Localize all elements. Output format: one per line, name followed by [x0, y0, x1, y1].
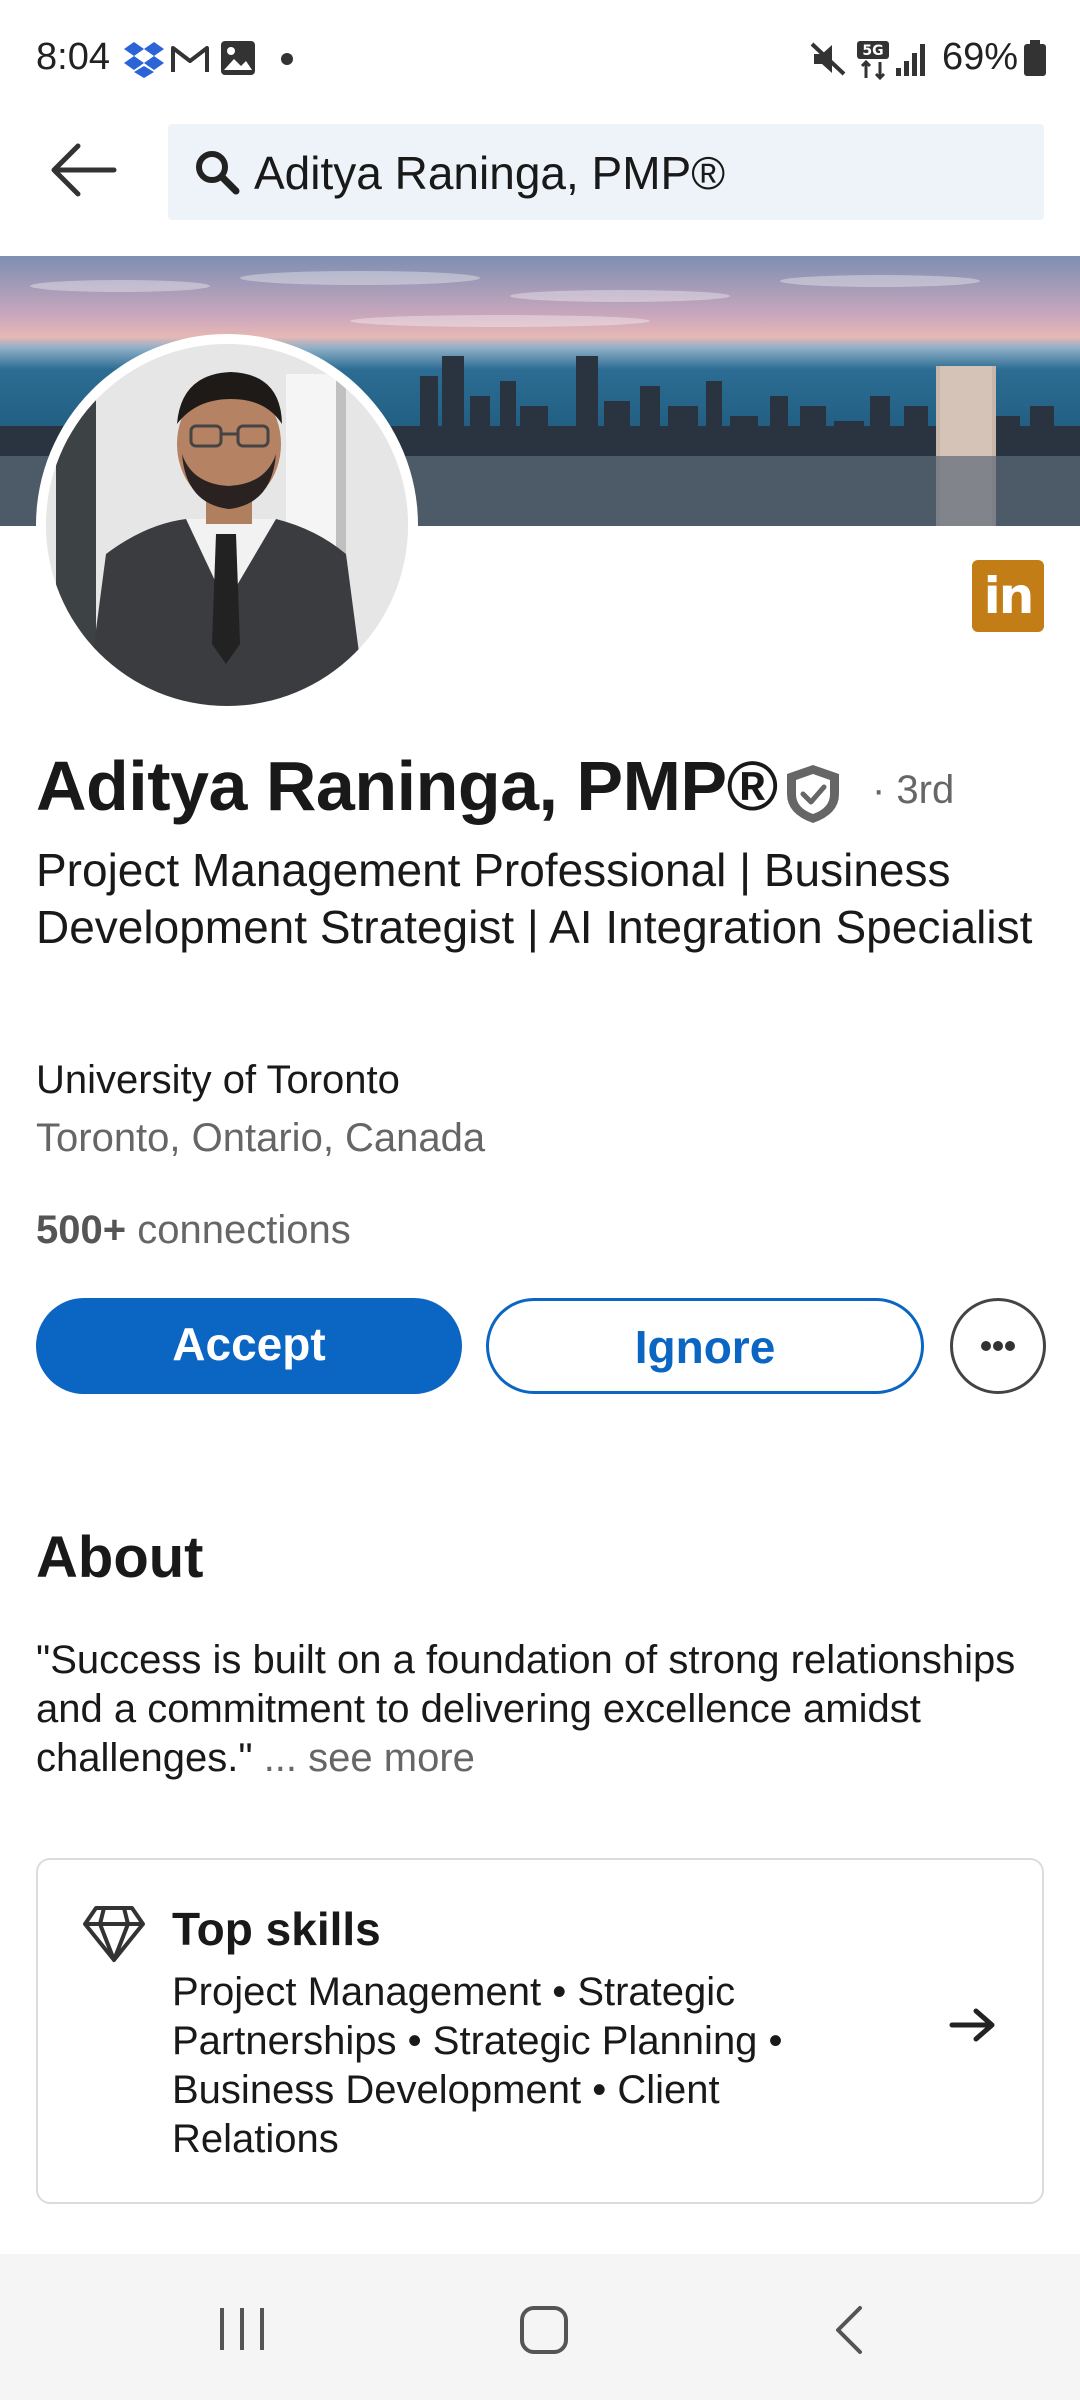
gallery-icon — [221, 41, 255, 75]
back-arrow-icon[interactable] — [48, 140, 118, 200]
see-more-link[interactable]: ... see more — [264, 1736, 475, 1780]
linkedin-logo-icon: in — [972, 560, 1044, 632]
accept-button[interactable]: Accept — [36, 1298, 462, 1394]
search-bar[interactable]: Aditya Raninga, PMP® — [168, 124, 1044, 220]
top-skills-title: Top skills — [172, 1903, 381, 1955]
system-navigation-bar — [0, 2254, 1080, 2400]
diamond-icon — [83, 1906, 145, 1962]
more-options-button[interactable] — [950, 1298, 1046, 1394]
profile-education[interactable]: University of Toronto — [36, 1058, 400, 1103]
home-icon[interactable] — [518, 2304, 570, 2356]
about-heading: About — [36, 1525, 204, 1590]
svg-text:5G: 5G — [862, 43, 883, 59]
search-icon — [196, 151, 240, 195]
signal-icon — [896, 44, 925, 76]
connection-degree: · 3rd — [872, 768, 955, 812]
connections-label: connections — [137, 1208, 351, 1252]
profile-name: Aditya Raninga, PMP® — [36, 747, 778, 825]
back-nav-icon[interactable] — [830, 2304, 870, 2356]
connections-count[interactable]: 500+ connections — [36, 1208, 351, 1253]
battery-icon — [1024, 40, 1046, 76]
5g-icon: 5G — [857, 41, 889, 80]
profile-location: Toronto, Ontario, Canada — [36, 1116, 486, 1160]
arrow-right-icon[interactable] — [948, 2005, 998, 2045]
verified-shield-icon[interactable] — [782, 762, 844, 826]
top-skills-list: Project Management • Strategic Partnersh… — [172, 1970, 783, 2161]
search-query-text: Aditya Raninga, PMP® — [254, 147, 726, 199]
dropbox-icon — [124, 42, 164, 78]
battery-percentage: 69% — [941, 36, 1018, 78]
top-skills-card[interactable]: Top skills Project Management • Strategi… — [36, 1858, 1044, 2204]
status-bar: 8:04 5G 69% — [0, 0, 1080, 120]
more-horizontal-icon — [981, 1341, 1015, 1351]
profile-avatar[interactable] — [36, 334, 418, 716]
connections-number: 500+ — [36, 1208, 127, 1252]
notification-dot-icon — [281, 53, 293, 65]
profile-headline: Project Management Professional | Busine… — [36, 844, 1033, 953]
status-time: 8:04 — [36, 36, 110, 78]
mute-icon — [810, 42, 846, 76]
recent-apps-icon[interactable] — [216, 2304, 268, 2354]
ignore-button[interactable]: Ignore — [486, 1298, 924, 1394]
gmail-icon — [171, 46, 209, 72]
about-quote: "Success is built on a foundation of str… — [36, 1638, 1016, 1780]
about-text: "Success is built on a foundation of str… — [36, 1636, 1036, 1783]
